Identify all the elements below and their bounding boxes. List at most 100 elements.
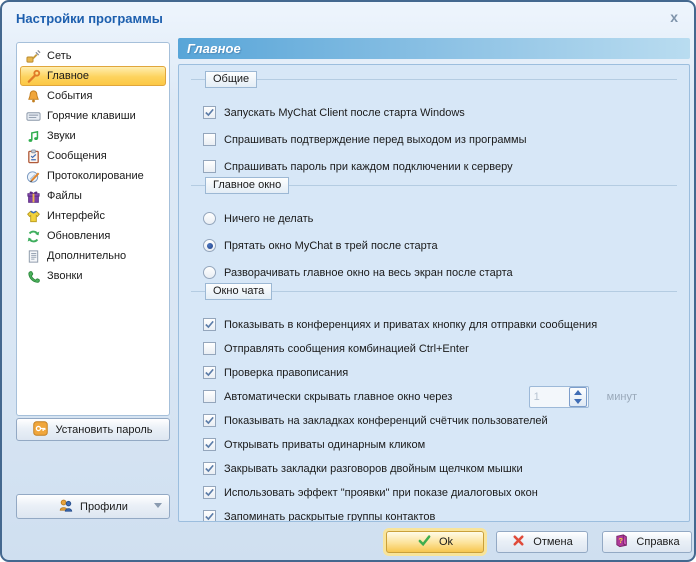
checkbox[interactable]	[203, 366, 216, 379]
sidebar-item-bell[interactable]: События	[20, 86, 166, 106]
document-icon	[25, 248, 41, 264]
shirt-icon	[25, 208, 41, 224]
sidebar-item-document[interactable]: Дополнительно	[20, 246, 166, 266]
ok-button[interactable]: Ok	[386, 531, 484, 553]
checkbox-row: Проверка правописания	[203, 364, 671, 381]
sidebar-item-label: Сеть	[47, 50, 71, 62]
help-book-icon: ?	[614, 533, 629, 551]
music-note-icon	[25, 128, 41, 144]
option-label[interactable]: Использовать эффект "проявки" при показе…	[224, 487, 538, 499]
spinner-buttons	[569, 387, 587, 407]
option-label[interactable]: Запоминать раскрытые группы контактов	[224, 511, 435, 523]
checkbox-row: Запоминать раскрытые группы контактов	[203, 508, 671, 522]
sidebar-item-refresh[interactable]: Обновления	[20, 226, 166, 246]
checkbox-row: Спрашивать подтверждение перед выходом и…	[203, 131, 671, 148]
option-label[interactable]: Прятать окно MyChat в трей после старта	[224, 240, 438, 252]
radio-row: Ничего не делать	[203, 210, 671, 227]
keyboard-icon	[25, 108, 41, 124]
sidebar-item-wrench[interactable]: Главное	[20, 66, 166, 86]
profiles-label: Профили	[80, 501, 128, 513]
checkbox-row: Показывать на закладках конференций счёт…	[203, 412, 671, 429]
wrench-icon	[25, 68, 41, 84]
clipboard-icon	[25, 148, 41, 164]
close-icon[interactable]: x	[670, 10, 678, 24]
page-title: Главное	[178, 38, 690, 59]
sidebar-item-label: Главное	[47, 70, 89, 82]
sidebar-item-logging-pencil[interactable]: Протоколирование	[20, 166, 166, 186]
check-icon	[417, 533, 432, 551]
checkbox[interactable]	[203, 438, 216, 451]
spin-up-icon[interactable]	[570, 388, 586, 397]
sidebar-item-label: Обновления	[47, 230, 110, 242]
sidebar-item-network[interactable]: Сеть	[20, 46, 166, 66]
checkbox[interactable]	[203, 106, 216, 119]
cancel-x-icon	[511, 533, 526, 551]
sidebar-item-keyboard[interactable]: Горячие клавиши	[20, 106, 166, 126]
set-password-label: Установить пароль	[55, 424, 152, 436]
sidebar-item-shirt[interactable]: Интерфейс	[20, 206, 166, 226]
sidebar-item-clipboard[interactable]: Сообщения	[20, 146, 166, 166]
window-title: Настройки программы	[16, 11, 163, 26]
checkbox[interactable]	[203, 390, 216, 403]
hide-delay-spinner: 1	[529, 386, 589, 408]
option-label[interactable]: Разворачивать главное окно на весь экран…	[224, 267, 513, 279]
sidebar-item-phone[interactable]: Звонки	[20, 266, 166, 286]
checkbox[interactable]	[203, 342, 216, 355]
checkbox[interactable]	[203, 160, 216, 173]
group-box: Окно чатаПоказывать в конференциях и при…	[191, 291, 677, 522]
titlebar[interactable]: Настройки программы x	[2, 2, 694, 36]
option-label[interactable]: Спрашивать подтверждение перед выходом и…	[224, 134, 526, 146]
option-label[interactable]: Спрашивать пароль при каждом подключении…	[224, 161, 513, 173]
hide-delay-input[interactable]: 1	[530, 391, 569, 403]
option-label[interactable]: Автоматически скрывать главное окно чере…	[224, 391, 452, 403]
help-label: Справка	[636, 536, 679, 548]
spin-down-icon[interactable]	[570, 397, 586, 406]
bell-icon	[25, 88, 41, 104]
group-legend: Окно чата	[205, 283, 272, 300]
refresh-icon	[25, 228, 41, 244]
option-label[interactable]: Запускать MyChat Client после старта Win…	[224, 107, 465, 119]
set-password-button[interactable]: Установить пароль	[16, 418, 170, 441]
checkbox[interactable]	[203, 510, 216, 522]
radio-button[interactable]	[203, 239, 216, 252]
checkbox[interactable]	[203, 462, 216, 475]
users-icon	[58, 498, 73, 516]
profiles-button[interactable]: Профили	[16, 494, 170, 519]
sidebar-item-gift[interactable]: Файлы	[20, 186, 166, 206]
option-label[interactable]: Отправлять сообщения комбинацией Ctrl+En…	[224, 343, 469, 355]
cancel-button[interactable]: Отмена	[496, 531, 588, 553]
group-legend: Общие	[205, 71, 257, 88]
option-label[interactable]: Открывать приваты одинарным кликом	[224, 439, 425, 451]
settings-category-list: Сеть Главное События Горячие клавиши Звуки Со…	[16, 42, 170, 416]
key-icon	[33, 421, 48, 439]
checkbox[interactable]	[203, 133, 216, 146]
checkbox-row: Автоматически скрывать главное окно чере…	[203, 388, 671, 405]
option-label[interactable]: Показывать на закладках конференций счёт…	[224, 415, 548, 427]
group-box: Главное окноНичего не делатьПрятать окно…	[191, 185, 677, 281]
sidebar-item-label: Звонки	[47, 270, 83, 282]
sidebar-item-label: Горячие клавиши	[47, 110, 136, 122]
checkbox-row: Показывать в конференциях и приватах кно…	[203, 316, 671, 333]
sidebar-item-music-note[interactable]: Звуки	[20, 126, 166, 146]
sidebar-item-label: Файлы	[47, 190, 82, 202]
sidebar-item-label: Звуки	[47, 130, 76, 142]
radio-button[interactable]	[203, 266, 216, 279]
sidebar-item-label: Сообщения	[47, 150, 107, 162]
ok-label: Ok	[439, 536, 453, 548]
checkbox-row: Закрывать закладки разговоров двойным ще…	[203, 460, 671, 477]
sidebar-item-label: Дополнительно	[47, 250, 126, 262]
option-label[interactable]: Ничего не делать	[224, 213, 313, 225]
radio-row: Разворачивать главное окно на весь экран…	[203, 264, 671, 281]
gift-icon	[25, 188, 41, 204]
checkbox[interactable]	[203, 414, 216, 427]
option-label[interactable]: Закрывать закладки разговоров двойным ще…	[224, 463, 523, 475]
checkbox[interactable]	[203, 486, 216, 499]
option-label[interactable]: Проверка правописания	[224, 367, 348, 379]
chevron-down-icon	[154, 503, 162, 508]
settings-panel: Общие Запускать MyChat Client после старт…	[178, 64, 690, 522]
checkbox[interactable]	[203, 318, 216, 331]
option-label[interactable]: Показывать в конференциях и приватах кно…	[224, 319, 597, 331]
help-button[interactable]: ? Справка	[602, 531, 692, 553]
radio-button[interactable]	[203, 212, 216, 225]
radio-row: Прятать окно MyChat в трей после старта	[203, 237, 671, 254]
